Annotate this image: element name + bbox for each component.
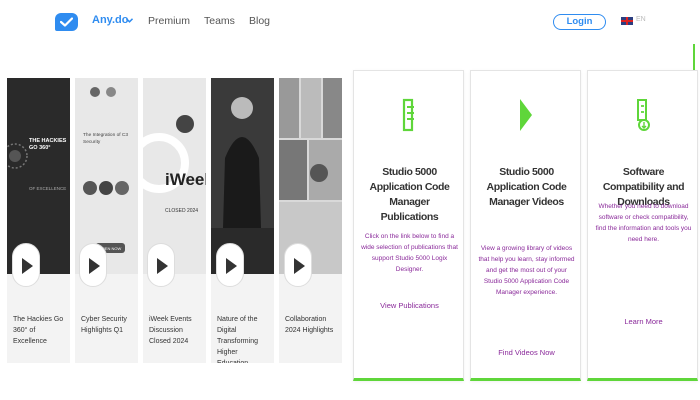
play-button-icon[interactable] [284,243,312,287]
nav-premium[interactable]: Premium [148,15,190,27]
card-description: Whether you need to download software or… [595,203,692,243]
play-button-icon[interactable] [216,243,244,287]
nav-blog[interactable]: Blog [249,15,270,27]
learn-more-link[interactable]: Learn More [594,317,693,326]
view-publications-link[interactable]: View Publications [360,301,459,310]
thumbnail-subtitle: CLOSED 2024 [165,208,199,214]
webinar-caption: The Hackies Go 360° of Excellence [13,316,64,345]
play-button-icon[interactable] [79,243,107,287]
chevron-down-icon[interactable] [126,18,133,23]
download-icon [637,99,650,131]
webinar-panel-3[interactable]: iWeek CLOSED 2024 iWeek Events Discussio… [143,78,206,363]
webinar-caption: Cyber Security Highlights Q1 [81,316,127,334]
uk-flag-icon[interactable] [621,17,633,25]
language-selector[interactable]: EN [636,16,646,23]
brand-menu[interactable]: Any.do [92,14,128,26]
webinar-panel-4[interactable]: Nature of the Digital Transforming Highe… [211,78,274,363]
webinar-caption: Nature of the Digital Transforming Highe… [217,316,258,363]
card-description: Click on the link below to find a wide s… [361,233,458,273]
webinar-panel-2[interactable]: The Integration of C3 Security OPEN NOW … [75,78,138,363]
thumbnail-title: The Integration of C3 Security [83,133,129,145]
play-icon [520,99,532,131]
card-title: Studio 5000 Application Code Manager Pub… [369,166,450,223]
find-videos-link[interactable]: Find Videos Now [477,348,576,357]
play-button-icon[interactable] [147,243,175,287]
top-header: Any.do Premium Teams Blog Login EN [0,0,700,44]
card-title: Studio 5000 Application Code Manager Vid… [486,166,567,208]
play-button-icon[interactable] [12,243,40,287]
webinar-panel-1[interactable]: THE HACKIES GO 360° OF EXCELLENCE The Ha… [7,78,70,363]
card-videos: Studio 5000 Application Code Manager Vid… [470,70,581,381]
nav-teams[interactable]: Teams [204,15,235,27]
webinar-caption: iWeek Events Discussion Closed 2024 [149,316,192,345]
webinar-panel-5[interactable]: Collaboration 2024 Highlights [279,78,342,363]
card-software-downloads: Software Compatibility and Downloads Whe… [587,70,698,381]
login-button[interactable]: Login [553,14,606,30]
document-icon [402,98,414,132]
webinar-caption: Collaboration 2024 Highlights [285,316,334,334]
card-publications: Studio 5000 Application Code Manager Pub… [353,70,464,381]
anydo-logo-icon[interactable] [55,13,78,31]
thumbnail-title: THE HACKIES GO 360° [29,138,67,151]
webinar-thumbnail [279,78,342,274]
webinar-thumbnail [211,78,274,274]
webinar-thumbnail: THE HACKIES GO 360° OF EXCELLENCE [7,78,70,274]
card-description: View a growing library of videos that he… [478,245,575,296]
thumbnail-title: iWeek [165,170,206,189]
thumbnail-subtitle: OF EXCELLENCE [29,186,67,191]
